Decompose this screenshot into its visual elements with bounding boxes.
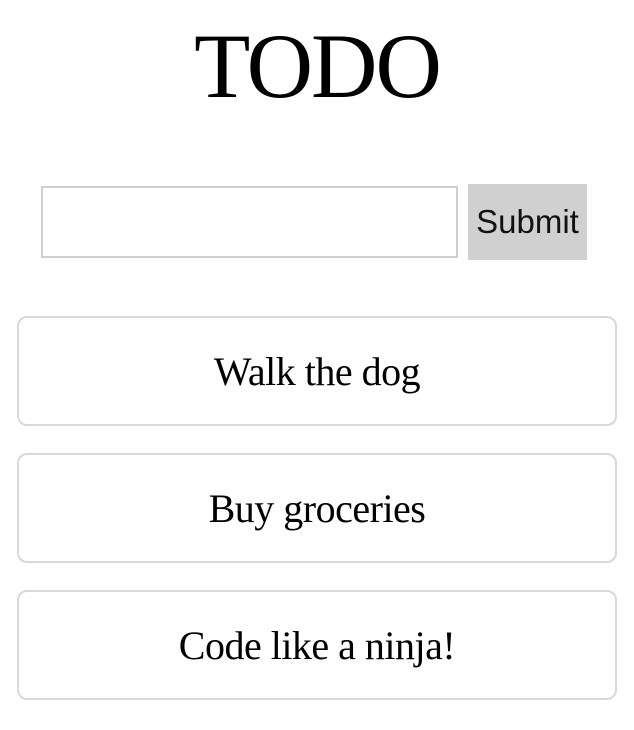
todo-input[interactable] bbox=[41, 186, 458, 258]
todo-item[interactable]: Buy groceries bbox=[17, 453, 617, 563]
submit-button[interactable]: Submit bbox=[468, 184, 587, 260]
page-title: TODO bbox=[194, 15, 442, 117]
todo-item[interactable]: Code like a ninja! bbox=[17, 590, 617, 700]
todo-form: Submit bbox=[41, 184, 587, 260]
todo-item[interactable]: Walk the dog bbox=[17, 316, 617, 426]
todo-list: Walk the dog Buy groceries Code like a n… bbox=[17, 316, 617, 700]
